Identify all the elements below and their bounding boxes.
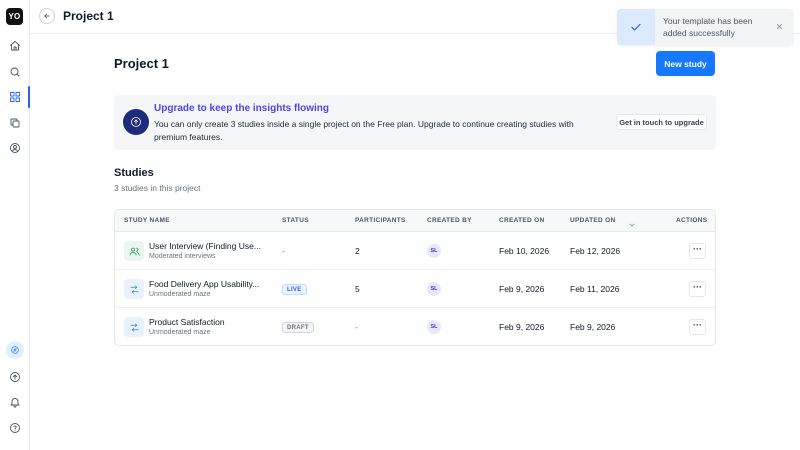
more-actions-button[interactable]: ···: [689, 319, 706, 335]
column-header-updated-on[interactable]: UPDATED ON: [570, 217, 616, 224]
close-icon[interactable]: [773, 20, 785, 32]
page-title: Project 1: [114, 56, 169, 71]
avatar: SL: [427, 244, 441, 258]
studies-heading: Studies: [114, 167, 154, 179]
search-icon[interactable]: [7, 64, 23, 80]
study-type: Moderated interviews: [149, 253, 216, 260]
study-status: -: [282, 246, 285, 256]
upgrade-arrow-icon: [123, 109, 149, 135]
updated-on: Feb 12, 2026: [570, 246, 621, 256]
banner-body: You can only create 3 studies inside a s…: [154, 119, 574, 142]
compass-icon[interactable]: [6, 341, 24, 359]
chevron-down-icon[interactable]: [628, 216, 636, 227]
study-name[interactable]: Food Delivery App Usability...: [149, 279, 259, 289]
table-header: STUDY NAME STATUS PARTICIPANTS CREATED B…: [115, 210, 715, 232]
back-button[interactable]: [39, 8, 55, 24]
app-root: YO Project 1 Your template has been adde…: [0, 0, 800, 450]
participants-count: 2: [355, 246, 360, 256]
studies-table: STUDY NAME STATUS PARTICIPANTS CREATED B…: [114, 209, 716, 346]
study-name[interactable]: User Interview (Finding Use...: [149, 241, 261, 251]
status-badge: LIVE: [282, 284, 307, 295]
toast-message: Your template has been added successfull…: [663, 16, 753, 38]
column-header-participants[interactable]: PARTICIPANTS: [355, 217, 406, 224]
check-icon: [617, 9, 655, 45]
more-actions-button[interactable]: ···: [689, 243, 706, 259]
route-icon: [124, 279, 144, 299]
participants-count: 5: [355, 284, 360, 294]
avatar: SL: [427, 282, 441, 296]
table-row[interactable]: User Interview (Finding Use... Moderated…: [115, 232, 715, 270]
status-badge: DRAFT: [282, 322, 314, 333]
users-icon: [124, 241, 144, 261]
arrow-left-icon: [44, 13, 50, 19]
user-search-icon[interactable]: [7, 140, 23, 156]
sidebar: YO: [0, 0, 30, 450]
study-name[interactable]: Product Satisfaction: [149, 317, 225, 327]
upgrade-banner: Upgrade to keep the insights flowing You…: [114, 95, 716, 150]
study-type: Unmoderated maze: [149, 291, 211, 298]
created-on: Feb 9, 2026: [499, 322, 545, 332]
avatar: SL: [427, 320, 441, 334]
header-title: Project 1: [63, 9, 114, 23]
help-icon[interactable]: [7, 420, 23, 436]
copy-icon[interactable]: [7, 115, 23, 131]
upload-icon[interactable]: [7, 369, 23, 385]
new-study-button[interactable]: New study: [656, 51, 715, 76]
grid-icon[interactable]: [7, 89, 23, 105]
home-icon[interactable]: [7, 38, 23, 54]
column-header-actions: ACTIONS: [676, 217, 708, 224]
column-header-created-by[interactable]: CREATED BY: [427, 217, 472, 224]
workspace-avatar[interactable]: YO: [6, 8, 23, 25]
participants-count: -: [355, 322, 358, 332]
updated-on: Feb 11, 2026: [570, 284, 620, 294]
table-row[interactable]: Food Delivery App Usability... Unmoderat…: [115, 270, 715, 308]
table-row[interactable]: Product Satisfaction Unmoderated maze DR…: [115, 308, 715, 345]
created-on: Feb 9, 2026: [499, 284, 545, 294]
study-type: Unmoderated maze: [149, 329, 211, 336]
created-on: Feb 10, 2026: [499, 246, 550, 256]
column-header-status[interactable]: STATUS: [282, 217, 309, 224]
more-actions-button[interactable]: ···: [689, 281, 706, 297]
success-toast: Your template has been added successfull…: [617, 9, 793, 45]
active-nav-indicator: [28, 86, 30, 108]
column-header-study-name[interactable]: STUDY NAME: [124, 217, 170, 224]
upgrade-contact-button[interactable]: Get in touch to upgrade: [616, 114, 707, 130]
column-header-created-on[interactable]: CREATED ON: [499, 217, 545, 224]
studies-count: 3 studies in this project: [114, 183, 201, 193]
updated-on: Feb 9, 2026: [570, 322, 616, 332]
banner-title: Upgrade to keep the insights flowing: [154, 103, 330, 114]
bell-icon[interactable]: [7, 394, 23, 410]
route-icon: [124, 317, 144, 337]
